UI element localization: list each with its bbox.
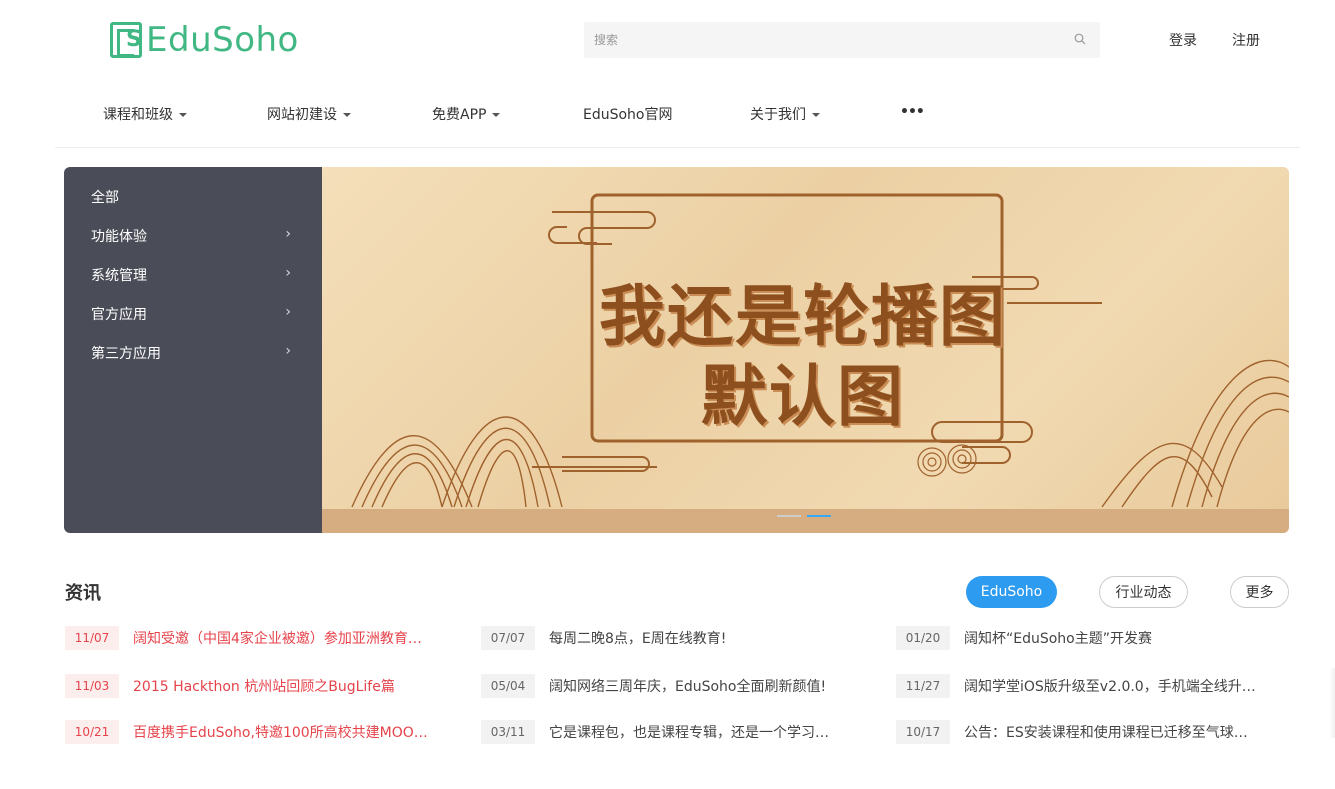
news-date: 07/07 <box>481 626 535 650</box>
news-item[interactable]: 05/04 阔知网络三周年庆，EduSoho全面刷新颜值! <box>481 674 881 698</box>
news-item[interactable]: 10/21 百度携手EduSoho,特邀100所高校共建MOO… <box>65 720 465 744</box>
news-date: 11/03 <box>65 674 119 698</box>
search-input[interactable] <box>584 22 1100 58</box>
news-date: 01/20 <box>896 626 950 650</box>
carousel-dot[interactable] <box>777 515 801 517</box>
news-item[interactable]: 01/20 阔知杯“EduSoho主题”开发赛 <box>896 626 1296 650</box>
banner-subheadline: 默认图 <box>701 358 905 435</box>
news-item[interactable]: 07/07 每周二晚8点，E周在线教育! <box>481 626 881 650</box>
hero-banner: 全部 功能体验 › 系统管理 › 官方应用 › 第三方应用 › 我还是轮播图 默… <box>64 167 1289 533</box>
login-link[interactable]: 登录 <box>1169 30 1197 50</box>
edusoho-logo-icon <box>110 22 142 58</box>
news-date: 03/11 <box>481 720 535 744</box>
news-title[interactable]: 它是课程包，也是课程专辑，还是一个学习… <box>549 722 829 742</box>
news-item[interactable]: 11/07 阔知受邀（中国4家企业被邀）参加亚洲教育… <box>65 626 465 650</box>
category-item-system[interactable]: 系统管理 › <box>91 265 291 285</box>
caret-down-icon <box>812 113 820 117</box>
site-logo[interactable]: EduSoho <box>110 18 299 62</box>
nav-item-free-app[interactable]: 免费APP <box>432 104 501 124</box>
search-box <box>584 22 1100 58</box>
chevron-right-icon: › <box>285 265 291 281</box>
main-nav: 课程和班级 网站初建设 免费APP EduSoho官网 关于我们 ••• <box>55 92 1300 148</box>
caret-down-icon <box>343 113 351 117</box>
register-link[interactable]: 注册 <box>1232 30 1260 50</box>
nav-item-site-setup[interactable]: 网站初建设 <box>267 104 351 124</box>
news-title[interactable]: 每周二晚8点，E周在线教育! <box>549 628 726 648</box>
news-tab-edusoho[interactable]: EduSoho <box>966 576 1057 608</box>
news-tab-industry[interactable]: 行业动态 <box>1099 576 1188 608</box>
news-date: 11/27 <box>896 674 950 698</box>
chevron-right-icon: › <box>285 343 291 359</box>
carousel-dot-active[interactable] <box>807 515 831 517</box>
news-date: 05/04 <box>481 674 535 698</box>
news-item[interactable]: 11/03 2015 Hackthon 杭州站回顾之BugLife篇 <box>65 674 465 698</box>
category-menu: 全部 功能体验 › 系统管理 › 官方应用 › 第三方应用 › <box>64 167 322 533</box>
news-title[interactable]: 阔知网络三周年庆，EduSoho全面刷新颜值! <box>549 676 826 696</box>
news-title[interactable]: 公告：ES安装课程和使用课程已迁移至气球… <box>964 722 1248 742</box>
caret-down-icon <box>179 113 187 117</box>
nav-item-official-site[interactable]: EduSoho官网 <box>583 104 673 124</box>
category-item-features[interactable]: 功能体验 › <box>91 226 291 246</box>
news-date: 11/07 <box>65 626 119 650</box>
news-date: 10/21 <box>65 720 119 744</box>
carousel-indicators <box>777 515 831 517</box>
news-title[interactable]: 阔知学堂iOS版升级至v2.0.0，手机端全线升… <box>964 676 1256 696</box>
news-title[interactable]: 阔知受邀（中国4家企业被邀）参加亚洲教育… <box>133 628 422 648</box>
news-title[interactable]: 阔知杯“EduSoho主题”开发赛 <box>964 628 1152 648</box>
news-date: 10/17 <box>896 720 950 744</box>
banner-footer-strip <box>322 509 1289 533</box>
news-item[interactable]: 03/11 它是课程包，也是课程专辑，还是一个学习… <box>481 720 881 744</box>
nav-item-courses[interactable]: 课程和班级 <box>103 104 187 124</box>
side-float-tab[interactable] <box>1329 668 1335 738</box>
nav-more-button[interactable]: ••• <box>900 104 925 120</box>
carousel-slide[interactable]: 我还是轮播图 默认图 <box>322 167 1289 533</box>
chevron-right-icon: › <box>285 226 291 242</box>
chevron-right-icon: › <box>285 304 291 320</box>
news-title[interactable]: 百度携手EduSoho,特邀100所高校共建MOO… <box>133 722 428 742</box>
news-item[interactable]: 11/27 阔知学堂iOS版升级至v2.0.0，手机端全线升… <box>896 674 1296 698</box>
news-section-title: 资讯 <box>65 583 101 604</box>
search-icon[interactable] <box>1074 33 1086 45</box>
category-item-official-apps[interactable]: 官方应用 › <box>91 304 291 324</box>
caret-down-icon <box>492 113 501 117</box>
category-item-third-party[interactable]: 第三方应用 › <box>91 343 291 363</box>
logo-text: EduSoho <box>146 20 299 60</box>
nav-item-about[interactable]: 关于我们 <box>750 104 820 124</box>
news-more-button[interactable]: 更多 <box>1230 576 1289 608</box>
news-title[interactable]: 2015 Hackthon 杭州站回顾之BugLife篇 <box>133 676 395 696</box>
news-item[interactable]: 10/17 公告：ES安装课程和使用课程已迁移至气球… <box>896 720 1296 744</box>
category-item-all[interactable]: 全部 <box>91 187 291 207</box>
